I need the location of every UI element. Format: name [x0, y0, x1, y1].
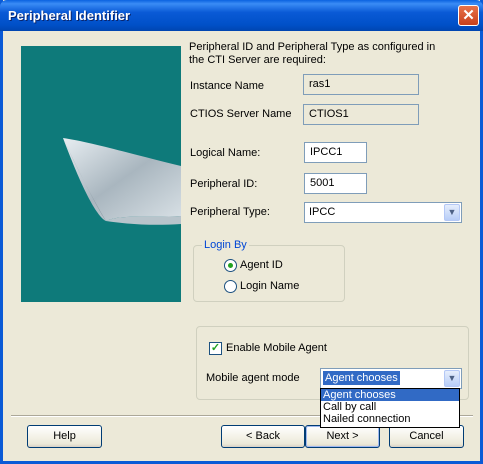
instance-name-field: ras1: [303, 74, 419, 95]
dropdown-option[interactable]: Agent chooses: [321, 389, 459, 401]
mobile-agent-mode-label: Mobile agent mode: [206, 372, 300, 384]
peripheral-type-label: Peripheral Type:: [190, 206, 270, 218]
window-title: Peripheral Identifier: [8, 8, 131, 23]
dropdown-option[interactable]: Call by call: [321, 401, 459, 413]
dropdown-option[interactable]: Nailed connection: [321, 413, 459, 425]
ctios-server-name-label: CTIOS Server Name: [190, 108, 292, 120]
ctios-server-name-field: CTIOS1: [303, 104, 419, 125]
radio-selected-dot: [228, 263, 233, 268]
help-button[interactable]: Help: [27, 425, 102, 448]
mobile-agent-mode-select[interactable]: Agent chooses ▼: [320, 368, 462, 389]
mobile-agent-mode-value: Agent chooses: [323, 371, 400, 385]
enable-mobile-agent-label[interactable]: Enable Mobile Agent: [226, 342, 327, 354]
logical-name-label: Logical Name:: [190, 147, 261, 159]
peripheral-identifier-dialog: Peripheral Identifier ✕ Peripheral ID an…: [0, 0, 483, 464]
logical-name-input[interactable]: IPCC1: [304, 142, 367, 163]
title-bar[interactable]: Peripheral Identifier ✕: [0, 0, 483, 31]
close-icon: ✕: [462, 7, 475, 24]
chevron-down-icon[interactable]: ▼: [444, 204, 460, 221]
instance-name-label: Instance Name: [190, 80, 264, 92]
peripheral-id-label: Peripheral ID:: [190, 178, 258, 190]
login-by-group: Login By: [193, 239, 345, 302]
peripheral-id-input[interactable]: 5001: [304, 173, 367, 194]
peripheral-type-value: IPCC: [309, 206, 336, 218]
checkmark-icon: ✓: [210, 342, 221, 354]
close-button[interactable]: ✕: [458, 5, 479, 26]
instructions-text: Peripheral ID and Peripheral Type as con…: [189, 41, 436, 66]
enable-mobile-agent-checkbox[interactable]: ✓: [209, 342, 222, 355]
mobile-agent-mode-dropdown-list[interactable]: Agent chooses Call by call Nailed connec…: [320, 388, 460, 428]
back-button[interactable]: < Back: [221, 425, 305, 448]
chevron-down-icon[interactable]: ▼: [444, 370, 460, 387]
agent-id-label[interactable]: Agent ID: [240, 259, 283, 271]
cancel-button[interactable]: Cancel: [389, 425, 464, 448]
login-name-radio[interactable]: [224, 280, 237, 293]
page-curl-graphic: [63, 138, 181, 225]
wizard-banner-image: [21, 46, 181, 302]
next-button[interactable]: Next >: [305, 425, 380, 448]
login-by-title: Login By: [202, 239, 249, 251]
agent-id-radio[interactable]: [224, 259, 237, 272]
peripheral-type-select[interactable]: IPCC ▼: [304, 202, 462, 223]
login-name-label[interactable]: Login Name: [240, 280, 299, 292]
